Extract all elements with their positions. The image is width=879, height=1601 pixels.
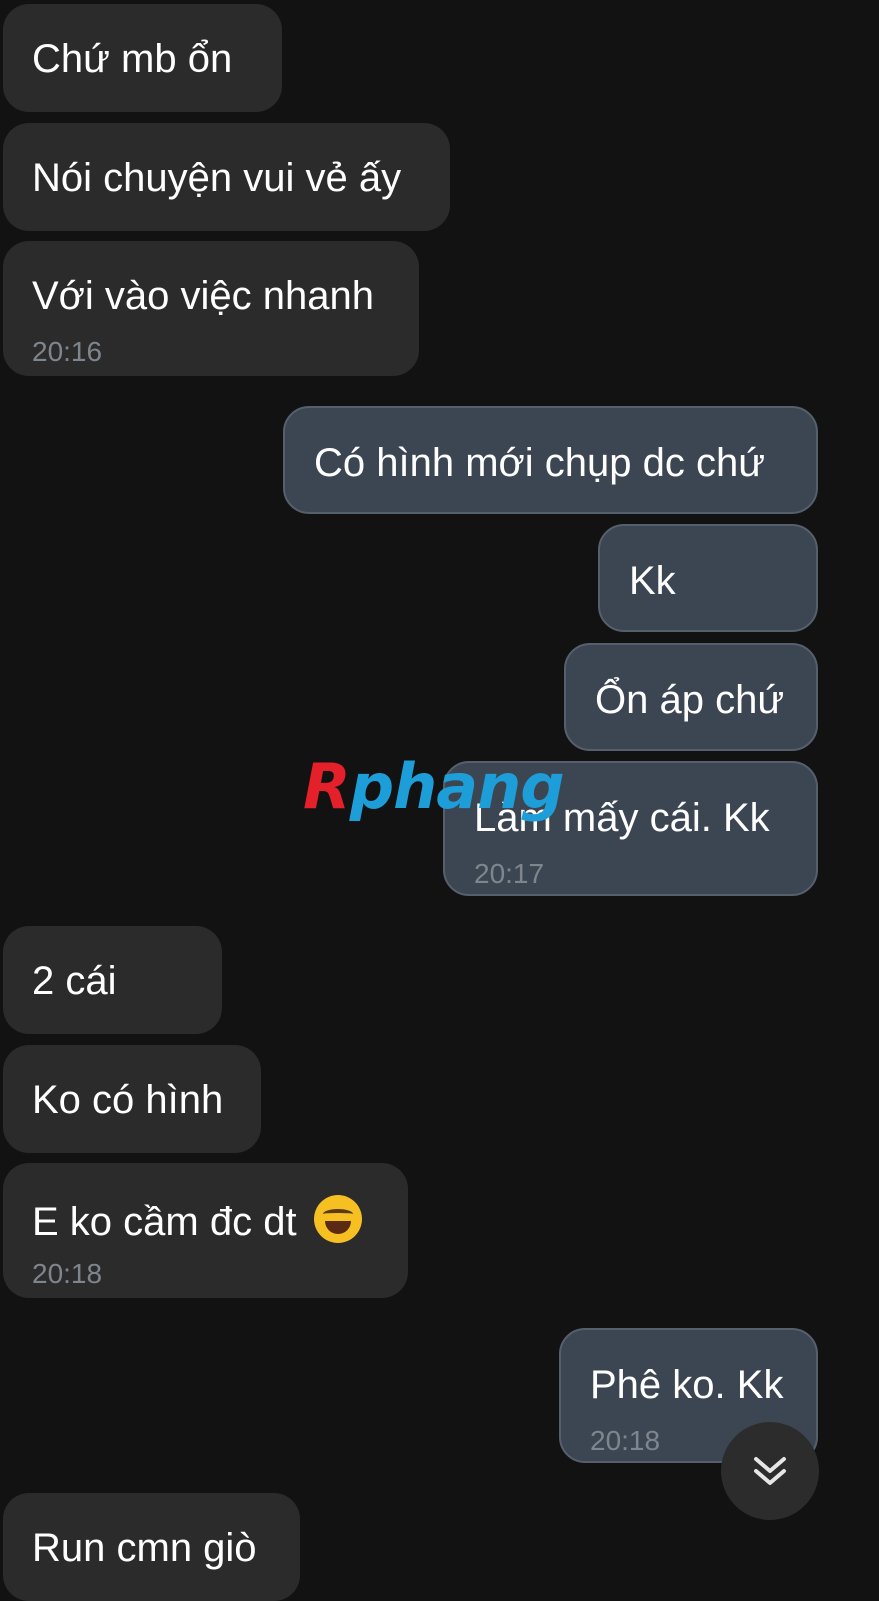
message-text: Có hình mới chụp dc chứ bbox=[314, 441, 765, 485]
message-bubble-incoming[interactable]: Nói chuyện vui vẻ ấy bbox=[3, 123, 450, 231]
message-text: Phê ko. Kk bbox=[590, 1363, 784, 1407]
message-text-content: E ko cầm đc dt bbox=[32, 1200, 297, 1244]
message-text: 2 cái bbox=[32, 959, 117, 1003]
message-text: Ko có hình bbox=[32, 1078, 224, 1122]
message-bubble-incoming[interactable]: Run cmn giò bbox=[3, 1493, 300, 1601]
message-bubble-incoming[interactable]: E ko cầm đc dt 20:18 bbox=[3, 1163, 408, 1298]
message-bubble-outgoing[interactable]: Ổn áp chứ bbox=[564, 643, 818, 751]
message-bubble-outgoing[interactable]: Có hình mới chụp dc chứ bbox=[283, 406, 818, 514]
message-timestamp: 20:17 bbox=[474, 858, 545, 889]
message-bubble-outgoing[interactable]: Làm mấy cái. Kk 20:17 bbox=[443, 761, 818, 896]
message-text: Chứ mb ổn bbox=[32, 37, 233, 81]
message-text: E ko cầm đc dt bbox=[32, 1195, 362, 1245]
message-bubble-incoming[interactable]: Chứ mb ổn bbox=[3, 4, 282, 112]
message-bubble-incoming[interactable]: Với vào việc nhanh 20:16 bbox=[3, 241, 419, 376]
message-text: Ổn áp chứ bbox=[595, 678, 785, 722]
watermark-part-1: R bbox=[303, 750, 351, 823]
message-timestamp: 20:16 bbox=[32, 336, 103, 367]
message-timestamp: 20:18 bbox=[590, 1425, 661, 1456]
message-bubble-incoming[interactable]: 2 cái bbox=[3, 926, 222, 1034]
chat-conversation[interactable]: Chứ mb ổn Nói chuyện vui vẻ ấy Với vào v… bbox=[0, 0, 879, 1601]
message-text: Với vào việc nhanh bbox=[32, 274, 374, 318]
scroll-to-bottom-button[interactable] bbox=[721, 1422, 819, 1520]
message-text: Run cmn giò bbox=[32, 1526, 257, 1570]
message-bubble-outgoing[interactable]: Kk bbox=[598, 524, 818, 632]
rolling-on-floor-laughing-icon bbox=[313, 1195, 362, 1243]
double-chevron-down-icon bbox=[750, 1451, 790, 1491]
message-text: Làm mấy cái. Kk bbox=[474, 796, 770, 840]
message-text: Kk bbox=[629, 559, 676, 603]
message-text: Nói chuyện vui vẻ ấy bbox=[32, 156, 402, 200]
message-timestamp: 20:18 bbox=[32, 1258, 103, 1289]
message-bubble-incoming[interactable]: Ko có hình bbox=[3, 1045, 261, 1153]
